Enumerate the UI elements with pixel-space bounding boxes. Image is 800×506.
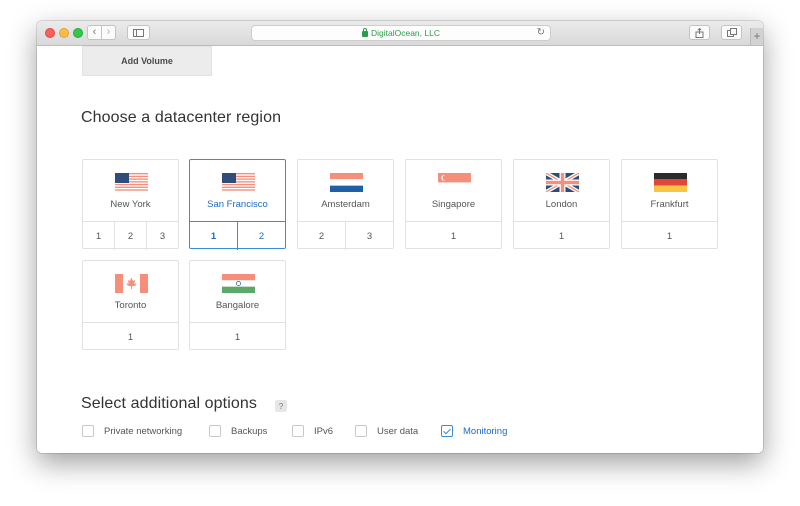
reload-icon[interactable]: ↻ [537, 27, 545, 38]
datacenter-title: Choose a datacenter region [81, 109, 282, 126]
region-datacenter-numbers: 123 [83, 221, 178, 250]
address-bar[interactable]: DigitalOcean, LLC ↻ [251, 25, 551, 41]
checkbox[interactable] [82, 425, 94, 437]
tabs-overview-button[interactable] [721, 25, 742, 40]
page-content: Add Volume Choose a datacenter region Ne… [37, 46, 763, 453]
region-name: New York [110, 199, 151, 210]
sg-flag-icon [438, 173, 471, 192]
region-card-amsterdam[interactable]: Amsterdam 2 3 [297, 159, 394, 250]
options-title: Select additional options [81, 395, 257, 412]
close-window-button[interactable] [45, 28, 55, 38]
tabs-icon [726, 28, 737, 37]
region-datacenter-numbers: 1 [514, 221, 609, 250]
option-private-networking[interactable]: Private networking [82, 424, 182, 438]
option-ipv6[interactable]: IPv6 [292, 424, 333, 438]
datacenter-number-option[interactable]: 2 [238, 222, 285, 250]
region-card-bangalore[interactable]: Bangalore 1 [189, 260, 286, 350]
option-label: IPv6 [314, 425, 334, 437]
region-name: Toronto [114, 300, 147, 311]
option-label: Monitoring [463, 425, 508, 437]
region-name: Amsterdam [321, 199, 370, 210]
option-user-data[interactable]: User data [355, 424, 418, 438]
in-flag-icon [222, 274, 255, 293]
region-datacenter-numbers: 1 [622, 221, 717, 250]
datacenter-number-option[interactable]: 1 [514, 222, 609, 250]
checkbox[interactable] [209, 425, 221, 437]
uk-flag-icon [546, 173, 579, 192]
browser-toolbar: ‹ › DigitalOcean, LLC ↻ + [37, 21, 763, 46]
region-card-new-york[interactable]: New York 1 2 3 [82, 159, 179, 250]
region-name: London [545, 199, 578, 210]
datacenter-number-option[interactable]: 3 [147, 222, 178, 250]
new-tab-button[interactable]: + [750, 28, 763, 45]
region-name: Bangalore [215, 300, 260, 311]
option-label: Backups [231, 425, 268, 437]
region-card-toronto[interactable]: Toronto 1 [82, 260, 179, 350]
add-volume-button[interactable]: Add Volume [82, 46, 212, 76]
sidebar-toggle-button[interactable] [127, 25, 150, 40]
region-card-frankfurt[interactable]: Frankfurt 1 [621, 159, 718, 249]
option-label: Private networking [104, 425, 183, 437]
region-datacenter-numbers: 1 [190, 322, 285, 351]
region-card-san-francisco[interactable]: San Francisco 1 2 [189, 159, 286, 250]
forward-button[interactable]: › [101, 25, 116, 40]
sidebar-icon [133, 28, 144, 37]
region-datacenter-numbers: 12 [190, 221, 285, 250]
chevron-right-icon: › [106, 26, 111, 38]
region-name: Frankfurt [650, 199, 689, 210]
checkbox[interactable] [292, 425, 304, 437]
minimize-window-button[interactable] [59, 28, 69, 38]
browser-window: ‹ › DigitalOcean, LLC ↻ + Add Volume Cho… [37, 21, 763, 453]
datacenter-number-option[interactable]: 1 [83, 323, 178, 351]
ca-flag-icon [115, 274, 148, 293]
datacenter-number-option[interactable]: 1 [406, 222, 501, 250]
datacenter-number-option[interactable]: 3 [346, 222, 393, 250]
zoom-window-button[interactable] [73, 28, 83, 38]
option-label: User data [377, 425, 419, 437]
checkbox[interactable] [355, 425, 367, 437]
datacenter-number-option[interactable]: 1 [83, 222, 115, 250]
de-flag-icon [654, 173, 687, 192]
chevron-left-icon: ‹ [92, 26, 97, 38]
checkbox[interactable] [441, 425, 453, 437]
region-name: Singapore [431, 199, 476, 210]
region-name: San Francisco [207, 199, 268, 210]
back-button[interactable]: ‹ [87, 25, 102, 40]
region-datacenter-numbers: 1 [406, 221, 501, 250]
datacenter-number-option[interactable]: 1 [190, 323, 285, 351]
region-card-london[interactable]: London 1 [513, 159, 610, 249]
option-backups[interactable]: Backups [209, 424, 267, 438]
region-card-singapore[interactable]: Singapore 1 [405, 159, 502, 249]
region-datacenter-numbers: 1 [83, 322, 178, 351]
datacenter-number-option[interactable]: 2 [115, 222, 147, 250]
option-monitoring[interactable]: Monitoring [441, 424, 507, 438]
nl-flag-icon [330, 173, 363, 192]
us-flag-icon [222, 173, 255, 191]
us-flag-icon [115, 173, 148, 191]
datacenter-number-option[interactable]: 2 [298, 222, 346, 250]
region-datacenter-numbers: 23 [298, 221, 393, 250]
address-text: DigitalOcean, LLC [371, 28, 440, 38]
lock-icon [362, 28, 368, 37]
datacenter-number-option[interactable]: 1 [190, 222, 238, 250]
help-icon[interactable]: ? [275, 400, 287, 412]
datacenter-number-option[interactable]: 1 [622, 222, 717, 250]
share-icon [695, 27, 704, 38]
share-button[interactable] [689, 25, 710, 40]
